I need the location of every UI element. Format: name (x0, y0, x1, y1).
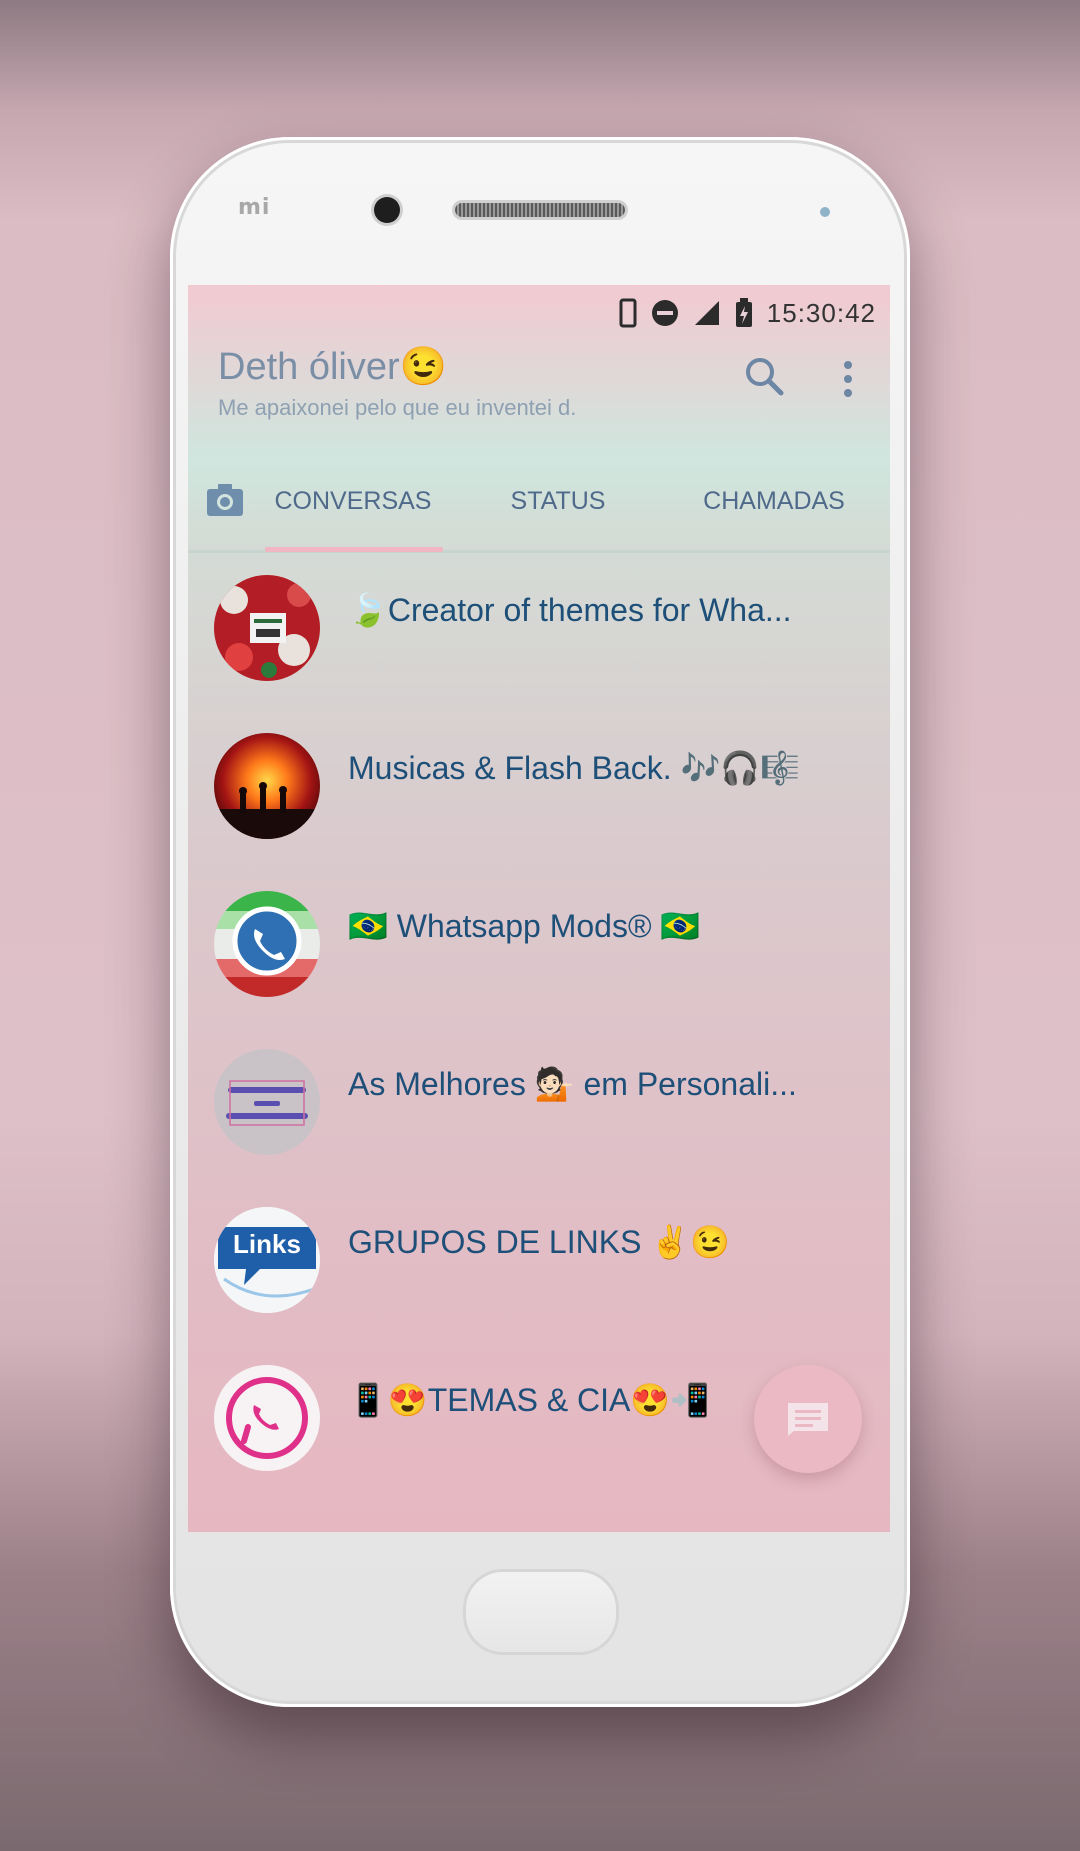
chat-row[interactable]: 🇧🇷 Whatsapp Mods® 🇧🇷 (188, 891, 890, 1049)
tab-chamadas[interactable]: CHAMADAS (658, 465, 890, 537)
chat-row[interactable]: Musicas & Flash Back. 🎶🎧🎼 (188, 733, 890, 891)
camera-icon (207, 484, 243, 516)
new-chat-icon (788, 1403, 828, 1436)
overflow-menu-button[interactable] (836, 355, 860, 405)
chat-avatar[interactable] (214, 575, 320, 681)
chat-name: GRUPOS DE LINKS ✌️😉 (348, 1224, 730, 1260)
front-camera (374, 197, 400, 223)
status-time: 15:30:42 (766, 297, 876, 328)
profile-status: Me apaixonei pelo que eu inventei d. (218, 395, 577, 420)
chat-name: Musicas & Flash Back. 🎶🎧🎼 (348, 750, 801, 786)
chat-row[interactable]: 🍃Creator of themes for Wha... (188, 575, 890, 733)
phone-vibrate-icon (619, 298, 637, 328)
app-bar: Deth óliver😉 Me apaixonei pelo que eu in… (188, 345, 890, 455)
chat-name: 🇧🇷 Whatsapp Mods® 🇧🇷 (348, 908, 701, 944)
profile-name[interactable]: Deth óliver😉 (218, 345, 447, 389)
home-button[interactable] (463, 1569, 619, 1655)
new-chat-button[interactable] (754, 1365, 862, 1473)
app-screen: 15:30:42 Deth óliver😉 Me apaixonei pelo … (188, 285, 890, 1532)
battery-icon (735, 298, 753, 328)
do-not-disturb-icon (651, 299, 679, 327)
brand-logo: mi (238, 195, 271, 220)
more-vert-icon (844, 361, 852, 397)
search-icon (746, 358, 784, 396)
chat-avatar[interactable] (214, 733, 320, 839)
tab-status[interactable]: STATUS (458, 465, 658, 537)
tab-bar: CONVERSAS STATUS CHAMADAS (188, 465, 890, 545)
chat-avatar[interactable]: Links (214, 1207, 320, 1313)
chat-name: As Melhores 💁🏻 em Personali... (348, 1066, 797, 1102)
tab-conversas[interactable]: CONVERSAS (248, 465, 458, 537)
chat-row[interactable]: As Melhores 💁🏻 em Personali... (188, 1049, 890, 1207)
signal-icon (693, 299, 721, 327)
chat-avatar[interactable] (214, 1365, 320, 1471)
tab-camera[interactable] (206, 483, 244, 517)
links-avatar-text: Links (233, 1229, 301, 1259)
active-tab-indicator (265, 547, 443, 552)
earpiece-speaker (455, 203, 625, 217)
search-button[interactable] (743, 355, 793, 405)
chat-avatar[interactable] (214, 891, 320, 997)
proximity-sensor (820, 207, 830, 217)
chat-avatar[interactable] (214, 1049, 320, 1155)
chat-name: 🍃Creator of themes for Wha... (348, 592, 792, 628)
chat-row[interactable]: Links GRUPOS DE LINKS ✌️😉 (188, 1207, 890, 1365)
status-bar: 15:30:42 (619, 293, 876, 333)
